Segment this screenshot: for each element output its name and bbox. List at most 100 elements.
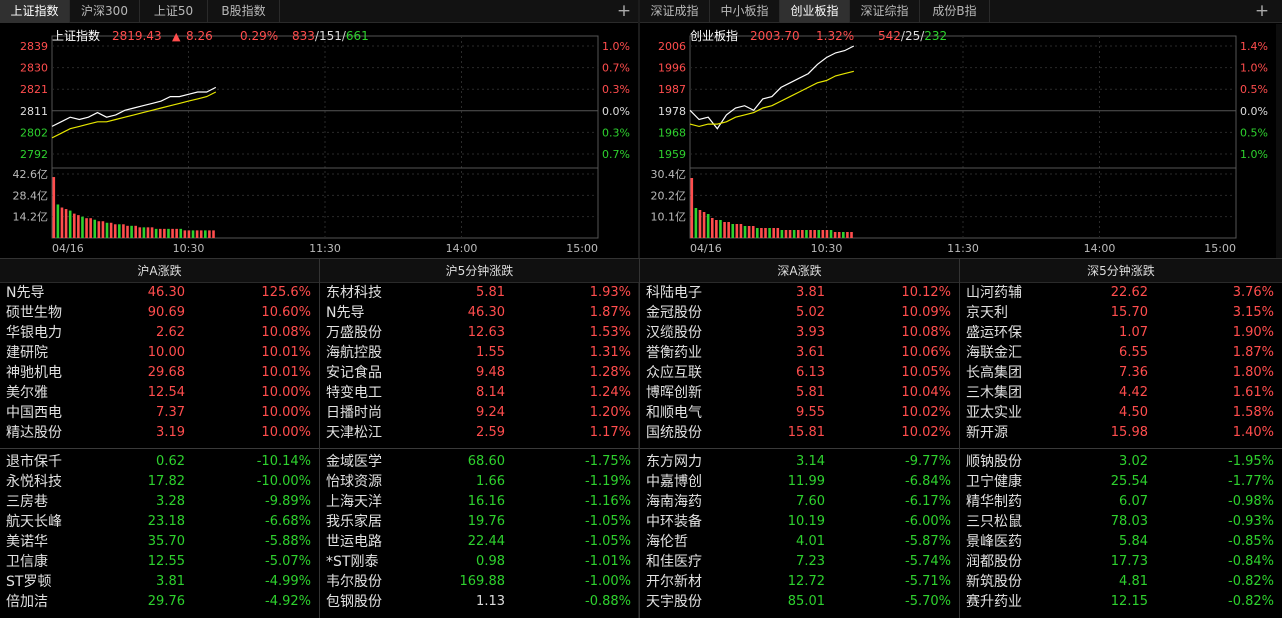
- pct-tick-label: 1.0%: [1240, 62, 1268, 75]
- table-row[interactable]: 安记食品 9.48 1.28%: [320, 363, 639, 383]
- table-row[interactable]: N先导 46.30 125.6%: [0, 283, 319, 303]
- table-row[interactable]: 海航控股 1.55 1.31%: [320, 343, 639, 363]
- table-row[interactable]: 倍加洁 29.76 -4.92%: [0, 592, 319, 612]
- table-row[interactable]: 开尔新材 12.72 -5.71%: [640, 572, 959, 592]
- losers-list: 退市保千 0.62 -10.14% 永悦科技 17.82 -10.00% 三房巷…: [0, 448, 319, 612]
- sh-intraday-chart[interactable]: 上证指数 2819.43 ▲ 8.26 0.29% 833/151/661 28…: [0, 24, 638, 258]
- table-row[interactable]: 誉衡药业 3.61 10.06%: [640, 343, 959, 363]
- stock-price: 12.72: [787, 574, 825, 589]
- tab-sz-b-index[interactable]: 成份B指: [920, 0, 990, 23]
- table-row[interactable]: *ST刚泰 0.98 -1.01%: [320, 552, 639, 572]
- stock-name: 安记食品: [326, 365, 382, 381]
- table-row[interactable]: 三房巷 3.28 -9.89%: [0, 492, 319, 512]
- table-row[interactable]: 韦尔股份 169.88 -1.00%: [320, 572, 639, 592]
- table-row[interactable]: 博晖创新 5.81 10.04%: [640, 383, 959, 403]
- tab-sh-composite[interactable]: 上证指数: [0, 0, 70, 23]
- table-row[interactable]: 精达股份 3.19 10.00%: [0, 423, 319, 443]
- volume-bar: [825, 230, 829, 238]
- table-row[interactable]: 盛运环保 1.07 1.90%: [960, 323, 1282, 343]
- chinext-intraday-chart[interactable]: 创业板指 2003.70 1.32% 542/25/232 2006 1.4% 19…: [640, 24, 1276, 258]
- table-row[interactable]: 京天利 15.70 3.15%: [960, 303, 1282, 323]
- table-row[interactable]: 航天长峰 23.18 -6.68%: [0, 512, 319, 532]
- table-row[interactable]: 永悦科技 17.82 -10.00%: [0, 472, 319, 492]
- table-row[interactable]: 顺钠股份 3.02 -1.95%: [960, 452, 1282, 472]
- stock-name: 盛运环保: [966, 325, 1022, 341]
- table-row[interactable]: 景峰医药 5.84 -0.85%: [960, 532, 1282, 552]
- table-row[interactable]: 和佳医疗 7.23 -5.74%: [640, 552, 959, 572]
- table-row[interactable]: 特变电工 8.14 1.24%: [320, 383, 639, 403]
- table-row[interactable]: 卫宁健康 25.54 -1.77%: [960, 472, 1282, 492]
- tab-chinext-index[interactable]: 创业板指: [780, 0, 850, 23]
- table-row[interactable]: 神驰机电 29.68 10.01%: [0, 363, 319, 383]
- table-row[interactable]: 科陆电子 3.81 10.12%: [640, 283, 959, 303]
- table-row[interactable]: 三木集团 4.42 1.61%: [960, 383, 1282, 403]
- table-row[interactable]: 天津松江 2.59 1.17%: [320, 423, 639, 443]
- table-row[interactable]: 天宇股份 85.01 -5.70%: [640, 592, 959, 612]
- table-row[interactable]: 日播时尚 9.24 1.20%: [320, 403, 639, 423]
- stock-change-pct: -5.70%: [905, 594, 951, 609]
- table-row[interactable]: 众应互联 6.13 10.05%: [640, 363, 959, 383]
- table-row[interactable]: N先导 46.30 1.87%: [320, 303, 639, 323]
- table-row[interactable]: 新开源 15.98 1.40%: [960, 423, 1282, 443]
- table-row[interactable]: 和顺电气 9.55 10.02%: [640, 403, 959, 423]
- volume-bar: [723, 222, 726, 238]
- volume-bar: [805, 230, 808, 238]
- gainers-list: 山河药辅 22.62 3.76% 京天利 15.70 3.15% 盛运环保 1.…: [960, 283, 1282, 443]
- table-row[interactable]: 包钢股份 1.13 -0.88%: [320, 592, 639, 612]
- stock-name: 国统股份: [646, 425, 702, 441]
- tab-sse50[interactable]: 上证50: [140, 0, 208, 23]
- table-header: 深5分钟涨跌: [960, 259, 1282, 283]
- table-row[interactable]: 亚太实业 4.50 1.58%: [960, 403, 1282, 423]
- table-row[interactable]: 建研院 10.00 10.01%: [0, 343, 319, 363]
- table-row[interactable]: 美尔雅 12.54 10.00%: [0, 383, 319, 403]
- table-row[interactable]: 汉缆股份 3.93 10.08%: [640, 323, 959, 343]
- tab-sz-component[interactable]: 深证成指: [640, 0, 710, 23]
- table-row[interactable]: 三只松鼠 78.03 -0.93%: [960, 512, 1282, 532]
- table-row[interactable]: 润都股份 17.73 -0.84%: [960, 552, 1282, 572]
- table-row[interactable]: 国统股份 15.81 10.02%: [640, 423, 959, 443]
- scrollbar[interactable]: [1276, 24, 1282, 258]
- table-row[interactable]: 怡球资源 1.66 -1.19%: [320, 472, 639, 492]
- table-row[interactable]: 山河药辅 22.62 3.76%: [960, 283, 1282, 303]
- pct-tick-label: 1.0%: [602, 40, 630, 53]
- table-row[interactable]: 美诺华 35.70 -5.88%: [0, 532, 319, 552]
- table-row[interactable]: 长高集团 7.36 1.80%: [960, 363, 1282, 383]
- table-row[interactable]: 我乐家居 19.76 -1.05%: [320, 512, 639, 532]
- table-row[interactable]: 上海天洋 16.16 -1.16%: [320, 492, 639, 512]
- tab-sh-b-index[interactable]: B股指数: [208, 0, 280, 23]
- table-row[interactable]: 卫信康 12.55 -5.07%: [0, 552, 319, 572]
- volume-bar: [167, 228, 170, 238]
- table-row[interactable]: 华银电力 2.62 10.08%: [0, 323, 319, 343]
- stock-price: 3.02: [1119, 454, 1148, 469]
- add-tab-icon[interactable]: +: [1250, 0, 1274, 23]
- table-row[interactable]: 精华制药 6.07 -0.98%: [960, 492, 1282, 512]
- table-row[interactable]: 退市保千 0.62 -10.14%: [0, 452, 319, 472]
- table-row[interactable]: 海联金汇 6.55 1.87%: [960, 343, 1282, 363]
- table-row[interactable]: 东材科技 5.81 1.93%: [320, 283, 639, 303]
- volume-bar: [60, 207, 64, 238]
- tab-sz-composite[interactable]: 深证综指: [850, 0, 920, 23]
- table-row[interactable]: 新筑股份 4.81 -0.82%: [960, 572, 1282, 592]
- tab-sme-index[interactable]: 中小板指: [710, 0, 780, 23]
- volume-bar: [97, 221, 101, 238]
- stock-change-pct: -6.68%: [265, 514, 311, 529]
- volume-bar: [837, 232, 841, 238]
- table-row[interactable]: 赛升药业 12.15 -0.82%: [960, 592, 1282, 612]
- table-row[interactable]: 中国西电 7.37 10.00%: [0, 403, 319, 423]
- table-row[interactable]: ST罗顿 3.81 -4.99%: [0, 572, 319, 592]
- table-row[interactable]: 海南海药 7.60 -6.17%: [640, 492, 959, 512]
- table-row[interactable]: 中环装备 10.19 -6.00%: [640, 512, 959, 532]
- volume-bar: [158, 228, 162, 238]
- table-row[interactable]: 金冠股份 5.02 10.09%: [640, 303, 959, 323]
- table-row[interactable]: 海伦哲 4.01 -5.87%: [640, 532, 959, 552]
- volume-bar: [694, 208, 698, 238]
- table-row[interactable]: 金域医学 68.60 -1.75%: [320, 452, 639, 472]
- stock-change-pct: -6.17%: [905, 494, 951, 509]
- add-tab-icon[interactable]: +: [612, 0, 636, 23]
- table-row[interactable]: 万盛股份 12.63 1.53%: [320, 323, 639, 343]
- table-row[interactable]: 硕世生物 90.69 10.60%: [0, 303, 319, 323]
- table-row[interactable]: 东方网力 3.14 -9.77%: [640, 452, 959, 472]
- table-row[interactable]: 世运电路 22.44 -1.05%: [320, 532, 639, 552]
- table-row[interactable]: 中嘉博创 11.99 -6.84%: [640, 472, 959, 492]
- tab-csi300[interactable]: 沪深300: [70, 0, 140, 23]
